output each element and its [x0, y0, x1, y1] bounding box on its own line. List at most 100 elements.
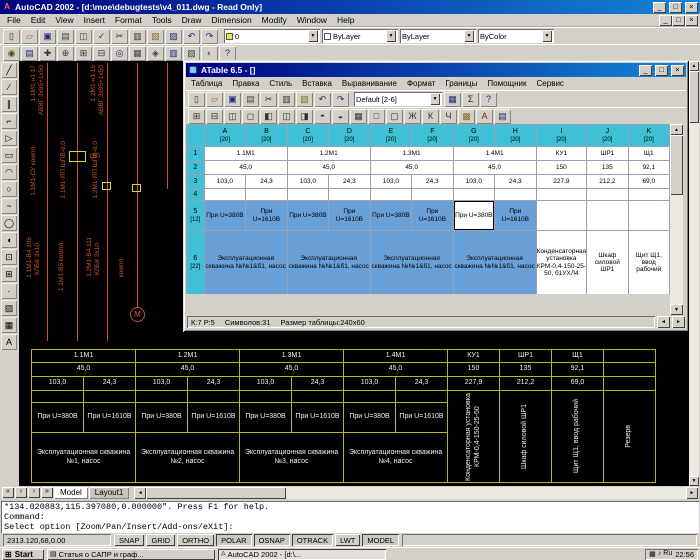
insert-row-icon[interactable]: ⊞: [188, 109, 205, 124]
at-column-header-K[interactable]: K[20]: [628, 125, 669, 147]
taskbar-task-2[interactable]: AAutoCAD 2002 - [d:\...: [218, 549, 386, 560]
scroll-up-icon[interactable]: ▲: [670, 124, 683, 135]
scroll-down-icon[interactable]: ▼: [689, 476, 699, 486]
rectangle-icon[interactable]: ▭: [1, 147, 17, 163]
at-column-header-I[interactable]: I[20]: [536, 125, 587, 147]
toggle-polar[interactable]: POLAR: [216, 534, 251, 546]
spreadsheet[interactable]: A[20]B[20]C[20]D[20]E[20]F[20]G[20]H[20]…: [186, 124, 670, 294]
at-cell[interactable]: 150: [536, 161, 587, 175]
menu-tools[interactable]: Tools: [147, 15, 177, 25]
at-cell[interactable]: КУ1: [536, 147, 587, 161]
sum-icon[interactable]: Σ: [462, 92, 479, 107]
multiline-text-icon[interactable]: A: [1, 334, 17, 350]
titlebar[interactable]: A AutoCAD 2002 - [d:\moe\debugtests\v4_0…: [0, 0, 700, 14]
at-cell[interactable]: При U=380В: [204, 201, 245, 231]
at-column-header-A[interactable]: A[20]: [204, 125, 245, 147]
menu-insert[interactable]: Insert: [79, 15, 110, 25]
at-cell[interactable]: 24,3: [246, 175, 288, 189]
ellipse-icon[interactable]: ◯: [1, 215, 17, 231]
chevron-down-icon[interactable]: ▼: [430, 93, 440, 105]
merge-cells-icon[interactable]: ◫: [224, 109, 241, 124]
region-icon[interactable]: ▦: [1, 317, 17, 333]
at-cell[interactable]: 24,3: [495, 175, 537, 189]
ellipse-arc-icon[interactable]: ◖: [1, 232, 17, 248]
align-bottom-icon[interactable]: ◒: [332, 109, 349, 124]
at-cell[interactable]: [287, 189, 328, 201]
borders-outer-icon[interactable]: □: [368, 109, 385, 124]
at-column-header-F[interactable]: F[20]: [412, 125, 454, 147]
hatch-icon[interactable]: ▨: [1, 300, 17, 316]
at-redo-icon[interactable]: ↷: [332, 92, 349, 107]
text-color-icon[interactable]: А: [476, 109, 493, 124]
at-cell[interactable]: Эксплуатационная скважина №№1&б1, насос: [204, 231, 287, 295]
at-cell[interactable]: Эксплуатационная скважина №№1&б1, насос: [453, 231, 536, 295]
toggle-ortho[interactable]: ORTHO: [177, 534, 214, 546]
chevron-down-icon[interactable]: ▼: [386, 30, 396, 42]
zoom-previous-icon[interactable]: ⊟: [93, 46, 110, 61]
at-cell[interactable]: 24,3: [412, 175, 454, 189]
at-cell[interactable]: 69,0: [628, 175, 669, 189]
copy-icon[interactable]: ▥: [129, 29, 146, 44]
at-cell[interactable]: Конденсаторная установка КРМ-0,4-150-25-…: [536, 231, 587, 295]
align-center-icon[interactable]: ◫: [278, 109, 295, 124]
tab-model[interactable]: Model: [54, 487, 88, 499]
at-cell[interactable]: Эксплуатационная скважина №№1&б1, насос: [370, 231, 453, 295]
scroll-right-icon[interactable]: ►: [672, 316, 685, 328]
at-cell[interactable]: 45,0: [453, 161, 536, 175]
bold-icon[interactable]: Ж: [404, 109, 421, 124]
drawing-vertical-scrollbar[interactable]: ▲ ▼: [689, 61, 699, 486]
match-properties-icon[interactable]: ▨: [165, 29, 182, 44]
atable-menu-4[interactable]: Вставка: [297, 79, 337, 88]
undo-icon[interactable]: ↶: [183, 29, 200, 44]
at-row-header-5[interactable]: 5[12]: [187, 201, 205, 231]
toggle-grid[interactable]: GRID: [146, 534, 175, 546]
tab-last-icon[interactable]: »: [41, 487, 53, 498]
borders-all-icon[interactable]: ▦: [350, 109, 367, 124]
at-cell[interactable]: 1.3М1: [370, 147, 453, 161]
chevron-down-icon[interactable]: ▼: [542, 30, 552, 42]
atable-vertical-scrollbar[interactable]: ▲ ▼: [670, 124, 683, 315]
menu-dimension[interactable]: Dimension: [207, 15, 257, 25]
layer-combo[interactable]: 0 ▼: [224, 29, 320, 43]
at-cell[interactable]: 103,0: [287, 175, 328, 189]
borders-none-icon[interactable]: ▢: [386, 109, 403, 124]
at-cell[interactable]: 135: [587, 161, 628, 175]
at-cell[interactable]: ШР1: [587, 147, 628, 161]
scroll-up-icon[interactable]: ▲: [689, 61, 699, 71]
atable-minimize-button[interactable]: _: [639, 65, 652, 76]
at-cell[interactable]: 24,3: [329, 175, 371, 189]
scroll-left-icon[interactable]: ◄: [657, 316, 670, 328]
chevron-down-icon[interactable]: ▼: [464, 30, 474, 42]
toggle-model[interactable]: MODEL: [362, 534, 399, 546]
atable-help-icon[interactable]: ?: [480, 92, 497, 107]
toggle-osnap[interactable]: OSNAP: [254, 534, 290, 546]
tab-next-icon[interactable]: ›: [28, 487, 40, 498]
at-cell[interactable]: 227,9: [536, 175, 587, 189]
at-column-header-G[interactable]: G[20]: [453, 125, 494, 147]
color-combo[interactable]: ByLayer ▼: [322, 29, 398, 43]
underline-icon[interactable]: Ч: [440, 109, 457, 124]
layers-icon[interactable]: ▤: [21, 46, 38, 61]
at-cell[interactable]: Щ1: [628, 147, 669, 161]
atable-menu-6[interactable]: Формат: [402, 79, 440, 88]
at-cell[interactable]: [495, 189, 537, 201]
atable-menu-1[interactable]: Таблица: [186, 79, 227, 88]
at-copy-icon[interactable]: ▥: [278, 92, 295, 107]
at-row-header-3[interactable]: 3: [187, 175, 205, 189]
pan-realtime-icon[interactable]: ✚: [39, 46, 56, 61]
tab-layout1[interactable]: Layout1: [89, 487, 129, 499]
at-cell[interactable]: При U=1610В: [329, 201, 371, 231]
polyline-icon[interactable]: ⌐: [1, 113, 17, 129]
atable-menu-5[interactable]: Выравнивание: [337, 79, 402, 88]
at-cell[interactable]: 45,0: [204, 161, 287, 175]
at-cell[interactable]: 103,0: [204, 175, 245, 189]
atable-menu-2[interactable]: Правка: [227, 79, 264, 88]
taskbar-task-1[interactable]: ▤Статья о САПР и граф...: [47, 549, 215, 560]
close-button[interactable]: ×: [685, 2, 698, 13]
at-cell[interactable]: При U=1610В: [495, 201, 537, 231]
line-icon[interactable]: ╱: [1, 62, 17, 78]
properties-icon[interactable]: ▥: [165, 46, 182, 61]
at-cell[interactable]: 1.2М1: [287, 147, 370, 161]
arc-icon[interactable]: ◠: [1, 164, 17, 180]
toggle-snap[interactable]: SNAP: [114, 534, 144, 546]
